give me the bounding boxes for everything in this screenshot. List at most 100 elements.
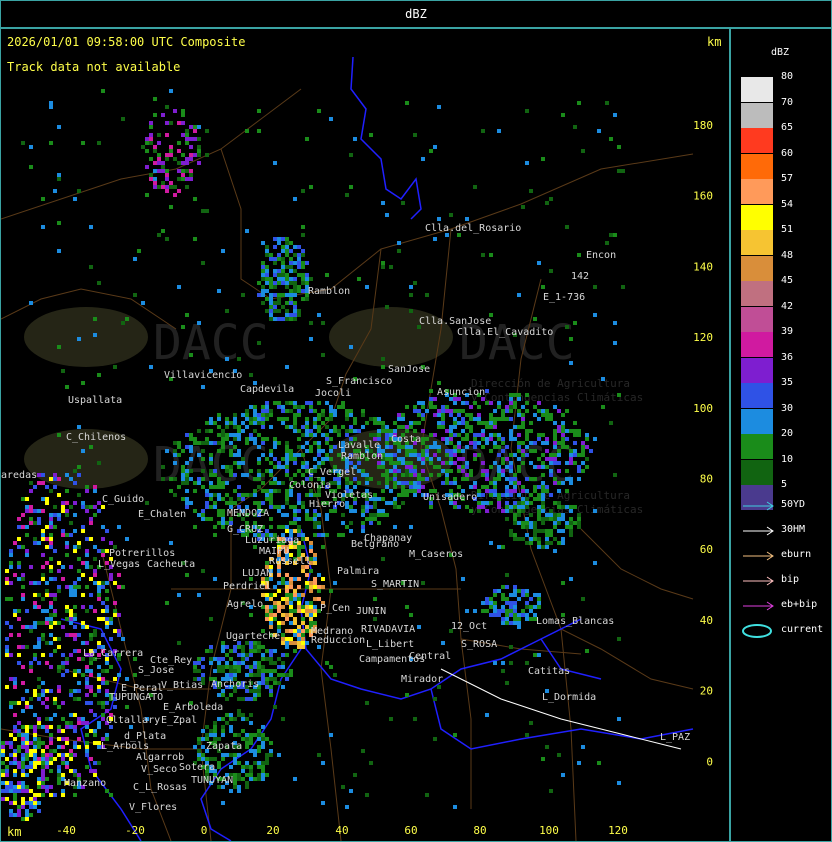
echo-pixel [465,609,469,613]
echo-pixel [13,813,17,817]
echo-pixel [253,661,257,665]
echo-pixel [313,557,317,561]
echo-pixel [393,481,397,485]
echo-pixel [185,169,189,173]
echo-pixel [73,501,77,505]
echo-pixel [517,293,521,297]
echo-pixel [269,473,273,477]
echo-pixel [65,721,69,725]
echo-pixel [261,737,265,741]
echo-pixel [121,637,125,641]
echo-pixel [49,613,53,617]
echo-pixel [213,669,217,673]
radar-map-panel[interactable]: DACC DACC Dirección de Agricultura y Con… [0,28,730,842]
echo-pixel [557,425,561,429]
echo-pixel [353,485,357,489]
echo-pixel [9,789,13,793]
echo-pixel [293,305,297,309]
track-legend-item: current [741,624,831,638]
scale-label: 65 [781,122,794,133]
echo-pixel [525,733,529,737]
echo-pixel [289,601,293,605]
echo-pixel [461,449,465,453]
echo-pixel [429,505,433,509]
echo-pixel [301,273,305,277]
echo-pixel [465,461,469,465]
echo-pixel [241,729,245,733]
echo-pixel [281,581,285,585]
echo-pixel [21,593,25,597]
echo-pixel [357,469,361,473]
scale-swatch [741,77,773,102]
echo-pixel [45,609,49,613]
echo-pixel [269,461,273,465]
echo-pixel [269,689,273,693]
radar-map[interactable]: DACC DACC Dirección de Agricultura y Con… [1,29,729,841]
echo-pixel [197,137,201,141]
echo-pixel [17,781,21,785]
echo-pixel [337,481,341,485]
echo-pixel [557,449,561,453]
echo-pixel [21,737,25,741]
echo-pixel [381,265,385,269]
arrow-icon [743,576,774,586]
echo-pixel [177,189,181,193]
echo-pixel [289,317,293,321]
echo-pixel [577,453,581,457]
echo-pixel [293,309,297,313]
echo-pixel [285,453,289,457]
echo-pixel [121,585,125,589]
echo-pixel [149,121,153,125]
echo-pixel [93,485,97,489]
echo-pixel [453,477,457,481]
echo-pixel [485,509,489,513]
echo-pixel [77,737,81,741]
echo-pixel [429,433,433,437]
echo-pixel [173,193,177,197]
echo-pixel [481,461,485,465]
echo-pixel [461,421,465,425]
echo-pixel [537,601,541,605]
echo-pixel [185,157,189,161]
echo-pixel [225,673,229,677]
echo-pixel [413,449,417,453]
echo-pixel [409,485,413,489]
echo-pixel [49,757,53,761]
echo-pixel [573,505,577,509]
echo-pixel [241,645,245,649]
echo-pixel [5,789,9,793]
echo-pixel [305,609,309,613]
echo-pixel [93,557,97,561]
echo-pixel [281,597,285,601]
echo-pixel [289,609,293,613]
echo-pixel [565,521,569,525]
echo-pixel [33,653,37,657]
echo-pixel [29,565,33,569]
echo-pixel [481,445,485,449]
echo-pixel [17,577,21,581]
echo-pixel [457,449,461,453]
echo-pixel [77,425,81,429]
echo-pixel [257,293,261,297]
echo-pixel [261,301,265,305]
echo-pixel [289,605,293,609]
echo-pixel [501,509,505,513]
place-label: L_Arbols [101,741,149,752]
echo-pixel [257,777,261,781]
echo-pixel [41,533,45,537]
echo-pixel [301,277,305,281]
echo-pixel [553,433,557,437]
echo-pixel [489,489,493,493]
echo-pixel [25,765,29,769]
echo-pixel [49,105,53,109]
echo-pixel [545,745,549,749]
echo-pixel [165,173,169,177]
echo-pixel [285,529,289,533]
echo-pixel [33,693,37,697]
place-label: 12_Oct [451,621,487,632]
echo-pixel [249,493,253,497]
echo-pixel [377,509,381,513]
echo-pixel [393,473,397,477]
echo-pixel [545,541,549,545]
echo-pixel [321,533,325,537]
